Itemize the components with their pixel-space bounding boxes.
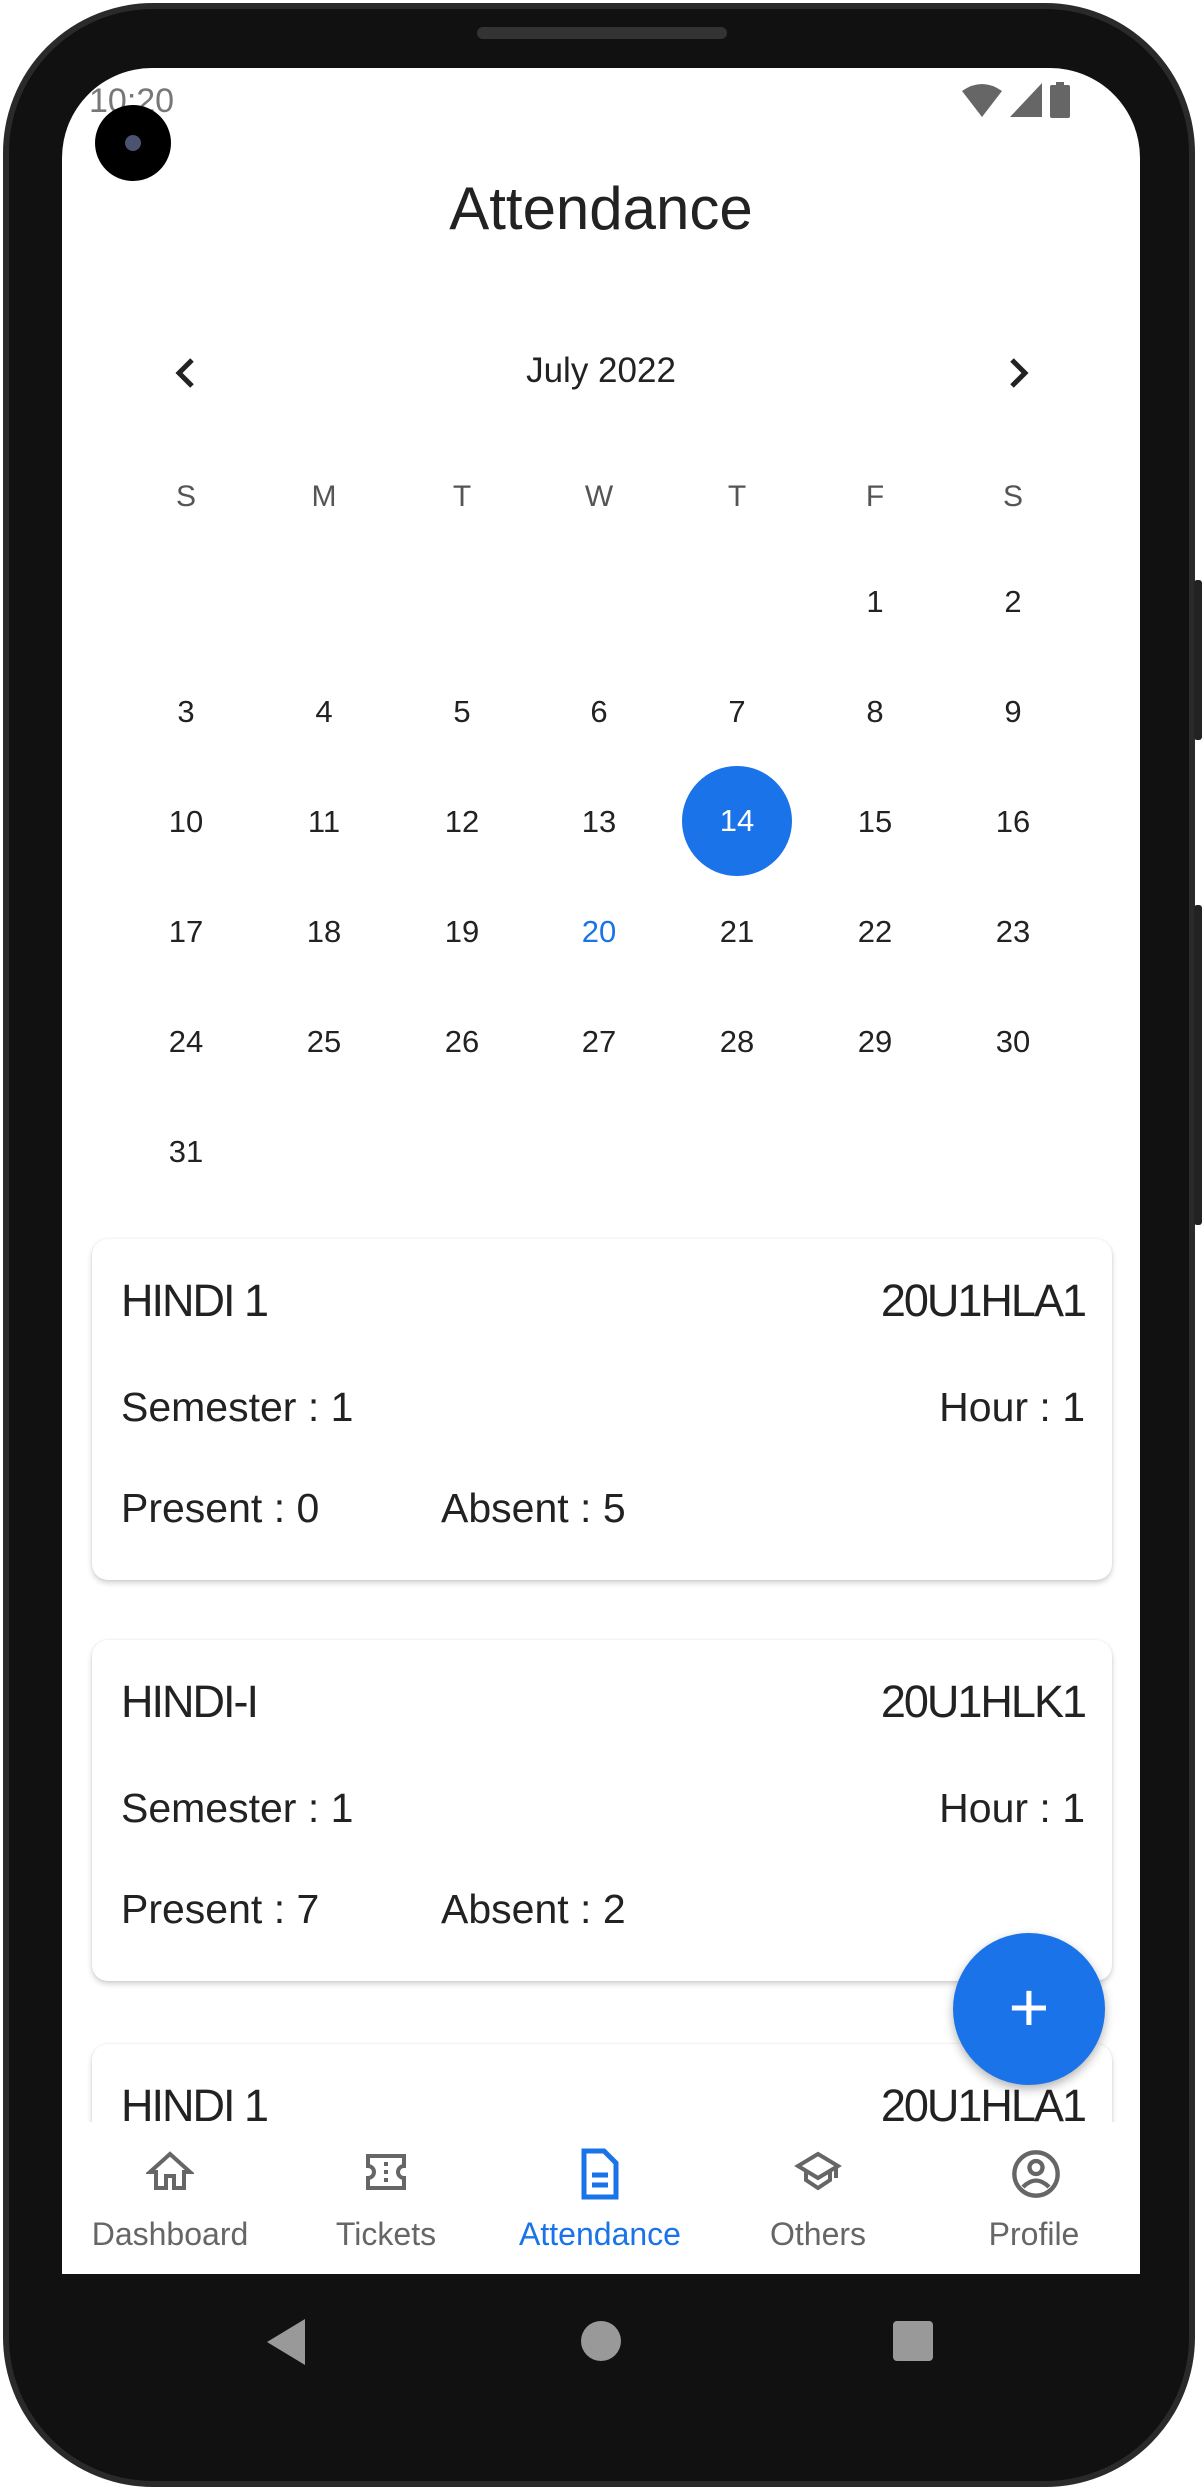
nav-label: Dashboard bbox=[91, 2216, 249, 2252]
month-label: July 2022 bbox=[526, 351, 676, 390]
hour: Hour : 1 bbox=[939, 1384, 1085, 1430]
chevron-right-icon bbox=[1010, 358, 1029, 388]
calendar-day-4[interactable]: 4 bbox=[274, 694, 374, 730]
calendar-day-2[interactable]: 2 bbox=[963, 584, 1063, 620]
calendar-day-20[interactable]: 20 bbox=[549, 914, 649, 950]
calendar-day-6[interactable]: 6 bbox=[549, 694, 649, 730]
calendar-day-9[interactable]: 9 bbox=[963, 694, 1063, 730]
present-count: Present : 0 bbox=[121, 1485, 320, 1531]
calendar-day-19[interactable]: 19 bbox=[412, 914, 512, 950]
course-code: 20U1HLK1 bbox=[880, 1676, 1087, 1727]
calendar-day-22[interactable]: 22 bbox=[825, 914, 925, 950]
system-navigation-bar bbox=[62, 2274, 1140, 2424]
calendar-day-26[interactable]: 26 bbox=[412, 1024, 512, 1060]
attendance-card[interactable]: HINDI 1 20U1HLA1 Semester : 1 Hour : 1 P… bbox=[92, 1239, 1112, 1580]
graduation-cap-icon bbox=[794, 2151, 842, 2191]
calendar-day-29[interactable]: 29 bbox=[825, 1024, 925, 1060]
weekday-label: S bbox=[1002, 480, 1023, 513]
ticket-icon bbox=[366, 2154, 406, 2190]
calendar-day-5[interactable]: 5 bbox=[412, 694, 512, 730]
calendar-day-12[interactable]: 12 bbox=[412, 804, 512, 840]
calendar-day-1[interactable]: 1 bbox=[825, 584, 925, 620]
front-camera bbox=[95, 105, 171, 181]
status-icons bbox=[962, 82, 1070, 118]
calendar-day-11[interactable]: 11 bbox=[274, 804, 374, 840]
calendar-day-24[interactable]: 24 bbox=[136, 1024, 236, 1060]
bottom-navigation: Dashboard Tickets Attendance Others Prof… bbox=[62, 2122, 1140, 2274]
power-button bbox=[1194, 905, 1202, 1225]
document-icon bbox=[581, 2148, 619, 2200]
semester: Semester : 1 bbox=[121, 1785, 354, 1831]
nav-label: Attendance bbox=[519, 2216, 681, 2252]
calendar-day-17[interactable]: 17 bbox=[136, 914, 236, 950]
volume-button bbox=[1194, 580, 1202, 740]
calendar-day-10[interactable]: 10 bbox=[136, 804, 236, 840]
account-circle-icon bbox=[1012, 2150, 1060, 2198]
present-count: Present : 7 bbox=[121, 1886, 320, 1932]
calendar-day-15[interactable]: 15 bbox=[825, 804, 925, 840]
speaker-grille bbox=[477, 27, 727, 39]
calendar-day-28[interactable]: 28 bbox=[687, 1024, 787, 1060]
plus-icon: + bbox=[1008, 1968, 1050, 2046]
weekday-label: F bbox=[865, 480, 885, 513]
hour: Hour : 1 bbox=[939, 1785, 1085, 1831]
add-button[interactable]: + bbox=[953, 1933, 1105, 2085]
attendance-card[interactable]: HINDI-I 20U1HLK1 Semester : 1 Hour : 1 P… bbox=[92, 1640, 1112, 1981]
calendar-day-8[interactable]: 8 bbox=[825, 694, 925, 730]
nav-label: Others bbox=[769, 2216, 867, 2252]
next-month-button[interactable] bbox=[993, 348, 1043, 398]
calendar-day-27[interactable]: 27 bbox=[549, 1024, 649, 1060]
nav-attendance[interactable]: Attendance bbox=[500, 2122, 700, 2274]
wifi-icon bbox=[962, 84, 1002, 117]
calendar-day-13[interactable]: 13 bbox=[549, 804, 649, 840]
course-code: 20U1HLA1 bbox=[880, 1275, 1087, 1326]
calendar-day-16[interactable]: 16 bbox=[963, 804, 1063, 840]
recents-button[interactable] bbox=[893, 2321, 933, 2361]
calendar-day-21[interactable]: 21 bbox=[687, 914, 787, 950]
back-icon[interactable] bbox=[267, 2319, 307, 2365]
calendar-day-7[interactable]: 7 bbox=[687, 694, 787, 730]
weekday-label: M bbox=[311, 480, 337, 513]
nav-profile[interactable]: Profile bbox=[934, 2122, 1134, 2274]
weekday-label: W bbox=[584, 480, 614, 513]
home-icon bbox=[146, 2151, 194, 2190]
nav-label: Tickets bbox=[335, 2216, 437, 2252]
course-name: HINDI 1 bbox=[121, 1275, 269, 1326]
weekday-label: T bbox=[452, 480, 472, 513]
calendar-day-25[interactable]: 25 bbox=[274, 1024, 374, 1060]
calendar-day-18[interactable]: 18 bbox=[274, 914, 374, 950]
calendar-day-31[interactable]: 31 bbox=[136, 1134, 236, 1170]
nav-others[interactable]: Others bbox=[718, 2122, 918, 2274]
battery-icon bbox=[1050, 82, 1070, 118]
nav-label: Profile bbox=[988, 2216, 1080, 2252]
nav-dashboard[interactable]: Dashboard bbox=[70, 2122, 270, 2274]
weekday-label: S bbox=[175, 480, 196, 513]
app-screen: 10:20 Attendance July 2022 SMTWTFS 12345… bbox=[62, 68, 1140, 2274]
calendar-day-30[interactable]: 30 bbox=[963, 1024, 1063, 1060]
course-name: HINDI-I bbox=[121, 1676, 259, 1727]
page-title: Attendance bbox=[449, 175, 753, 242]
calendar-day-14[interactable]: 14 bbox=[682, 766, 792, 876]
semester: Semester : 1 bbox=[121, 1384, 354, 1430]
nav-tickets[interactable]: Tickets bbox=[286, 2122, 486, 2274]
signal-icon bbox=[1010, 83, 1042, 117]
home-button[interactable] bbox=[581, 2321, 621, 2361]
calendar-day-3[interactable]: 3 bbox=[136, 694, 236, 730]
absent-count: Absent : 2 bbox=[441, 1886, 626, 1932]
absent-count: Absent : 5 bbox=[441, 1485, 626, 1531]
calendar-day-23[interactable]: 23 bbox=[963, 914, 1063, 950]
weekday-label: T bbox=[727, 480, 747, 513]
